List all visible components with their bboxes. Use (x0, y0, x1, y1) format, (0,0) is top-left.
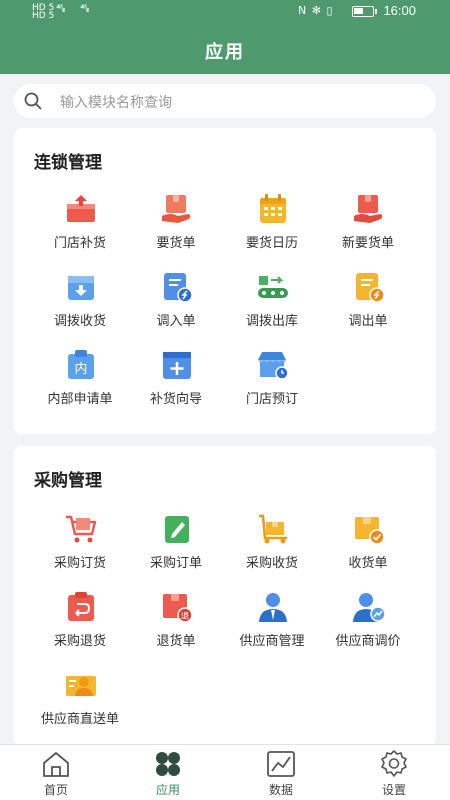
module-supplier-price-adjust[interactable]: 供应商调价 (318, 590, 418, 660)
module-new-request-order[interactable]: 新要货单 (318, 192, 418, 262)
svg-text:退: 退 (181, 612, 189, 621)
page-title: 应用 (205, 42, 245, 63)
module-supplier-management[interactable]: 供应商管理 (222, 590, 322, 660)
module-request-order[interactable]: 要货单 (126, 192, 226, 262)
section-chain-management: 连锁管理 门店补货 要货单 要货日历 新要货单 调拨收货 调入单 调拨出库 调出… (14, 128, 436, 434)
module-purchase-order[interactable]: 采购订单 (126, 512, 226, 582)
module-return-order[interactable]: 退 退货单 (126, 590, 226, 660)
transfer-out-doc-icon (356, 273, 385, 303)
search-icon (24, 92, 42, 110)
section-title: 采购管理 (34, 471, 102, 491)
search-input[interactable]: 输入模块名称查询 (60, 92, 172, 112)
return-icon (68, 592, 94, 621)
receipt-check-icon (355, 517, 385, 545)
section-purchase-management: 采购管理 采购订货 采购订单 采购收货 收货单 采购退货 退 退货单 供应商管理… (14, 446, 436, 746)
box-download-icon (68, 276, 94, 300)
bottom-tab-bar: 首页 应用 数据 设置 (0, 744, 450, 800)
module-supplier-direct-delivery[interactable]: 供应商直送单 (30, 668, 130, 738)
module-purchase-ordering[interactable]: 采购订货 (30, 512, 130, 582)
module-transfer-in[interactable]: 调入单 (126, 270, 226, 340)
module-store-replenish[interactable]: 门店补货 (30, 192, 130, 262)
calendar-icon (260, 194, 286, 223)
tab-home[interactable]: 首页 (0, 745, 112, 800)
module-purchase-return[interactable]: 采购退货 (30, 590, 130, 660)
cart-icon (66, 515, 97, 543)
status-icons: N ✻ ▯ (298, 4, 334, 17)
internal-request-icon: 内 (68, 350, 94, 379)
module-transfer-out-stock[interactable]: 调拨出库 (222, 270, 322, 340)
apps-icon (156, 752, 180, 776)
supplier-price-icon (353, 593, 386, 622)
module-request-calendar[interactable]: 要货日历 (222, 192, 322, 262)
trolley-icon (259, 514, 287, 544)
tab-apps[interactable]: 应用 (112, 745, 224, 800)
tab-data[interactable]: 数据 (225, 745, 337, 800)
tab-settings[interactable]: 设置 (338, 745, 450, 800)
home-icon (43, 752, 69, 777)
svg-text:内: 内 (74, 361, 87, 377)
direct-delivery-icon (66, 676, 96, 696)
module-receipt[interactable]: 收货单 (318, 512, 418, 582)
store-booking-icon (258, 352, 289, 380)
transfer-in-doc-icon (164, 273, 193, 303)
module-transfer-out[interactable]: 调出单 (318, 270, 418, 340)
section-title: 连锁管理 (34, 153, 102, 173)
clock: 16:00 (383, 3, 416, 18)
module-store-booking[interactable]: 门店预订 (222, 348, 322, 418)
order-edit-icon (165, 516, 189, 543)
return-doc-icon: 退 (163, 594, 193, 623)
box-hand-new-icon (354, 195, 383, 223)
battery-level (354, 8, 363, 14)
box-hand-icon (162, 195, 191, 223)
battery-icon (352, 6, 377, 17)
module-purchase-receiving[interactable]: 采购收货 (222, 512, 322, 582)
module-internal-request[interactable]: 内 内部申请单 (30, 348, 130, 418)
search-bar[interactable]: 输入模块名称查询 (14, 84, 436, 118)
settings-icon (381, 750, 407, 777)
status-bar: HD 5 HD 5 ⁴⁶ᵢₗₗ ⁴⁶ᵢₗₗ N ✻ ▯ 16:00 (0, 0, 450, 24)
replenish-wizard-icon (163, 352, 191, 379)
module-replenish-wizard[interactable]: 补货向导 (126, 348, 226, 418)
sim-indicator: HD 5 HD 5 (32, 3, 55, 21)
module-transfer-receive[interactable]: 调拨收货 (30, 270, 130, 340)
signal-icon: ⁴⁶ᵢₗₗ (80, 4, 89, 15)
signal-icon: ⁴⁶ᵢₗₗ (56, 4, 65, 15)
app-header: HD 5 HD 5 ⁴⁶ᵢₗₗ ⁴⁶ᵢₗₗ N ✻ ▯ 16:00 应用 (0, 0, 450, 74)
conveyor-icon (258, 276, 288, 298)
chart-icon (267, 751, 295, 777)
box-upload-icon (67, 195, 95, 222)
supplier-icon (259, 593, 287, 622)
